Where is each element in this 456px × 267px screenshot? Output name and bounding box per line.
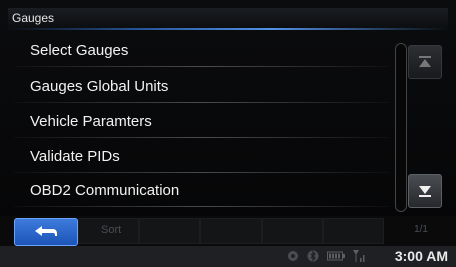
signal-icon bbox=[353, 250, 365, 262]
menu-item-vehicle-parameters[interactable]: Vehicle Paramters bbox=[14, 104, 390, 138]
menu-item-select-gauges[interactable]: Select Gauges bbox=[14, 33, 390, 67]
bottom-toolbar: Sort 1/1 bbox=[0, 216, 456, 246]
empty-slot bbox=[322, 218, 385, 244]
back-button[interactable] bbox=[14, 218, 78, 246]
page-title: Gauges bbox=[12, 11, 55, 25]
screen: Gauges Select Gauges Gauges Global Units… bbox=[0, 0, 456, 267]
status-bar: 3:00 AM bbox=[0, 246, 456, 267]
row-divider bbox=[14, 206, 390, 207]
empty-slot bbox=[139, 218, 201, 244]
toolbar-slots bbox=[78, 218, 385, 244]
row-divider bbox=[14, 137, 390, 138]
back-arrow-icon bbox=[35, 226, 57, 236]
row-divider bbox=[14, 102, 390, 103]
status-icons bbox=[287, 250, 367, 262]
title-underline bbox=[8, 28, 448, 30]
empty-slot bbox=[200, 218, 262, 244]
menu-item-obd2-communication[interactable]: OBD2 Communication bbox=[14, 173, 390, 207]
menu-item-gauges-global-units[interactable]: Gauges Global Units bbox=[14, 69, 390, 103]
gps-icon bbox=[288, 251, 298, 261]
menu-item-label: Gauges Global Units bbox=[30, 77, 169, 95]
clock: 3:00 AM bbox=[394, 248, 448, 264]
arrow-down-icon bbox=[419, 186, 431, 197]
bluetooth-icon bbox=[307, 250, 319, 262]
title-bar: Gauges bbox=[8, 8, 448, 30]
scroll-up-button[interactable] bbox=[408, 45, 442, 79]
scroll-down-button[interactable] bbox=[408, 174, 442, 208]
menu-list: Select Gauges Gauges Global Units Vehicl… bbox=[14, 33, 390, 211]
scrollbar-track[interactable] bbox=[395, 43, 407, 212]
menu-item-label: Vehicle Paramters bbox=[30, 112, 152, 130]
empty-slot bbox=[261, 218, 323, 244]
menu-item-label: Validate PIDs bbox=[30, 147, 120, 165]
arrow-up-icon bbox=[419, 56, 431, 67]
menu-item-validate-pids[interactable]: Validate PIDs bbox=[14, 139, 390, 173]
row-divider bbox=[14, 66, 390, 67]
page-indicator: 1/1 bbox=[414, 224, 428, 235]
menu-item-label: OBD2 Communication bbox=[30, 181, 180, 199]
battery-icon bbox=[327, 251, 345, 261]
menu-item-label: Select Gauges bbox=[30, 41, 129, 59]
sort-button[interactable]: Sort bbox=[101, 224, 121, 236]
